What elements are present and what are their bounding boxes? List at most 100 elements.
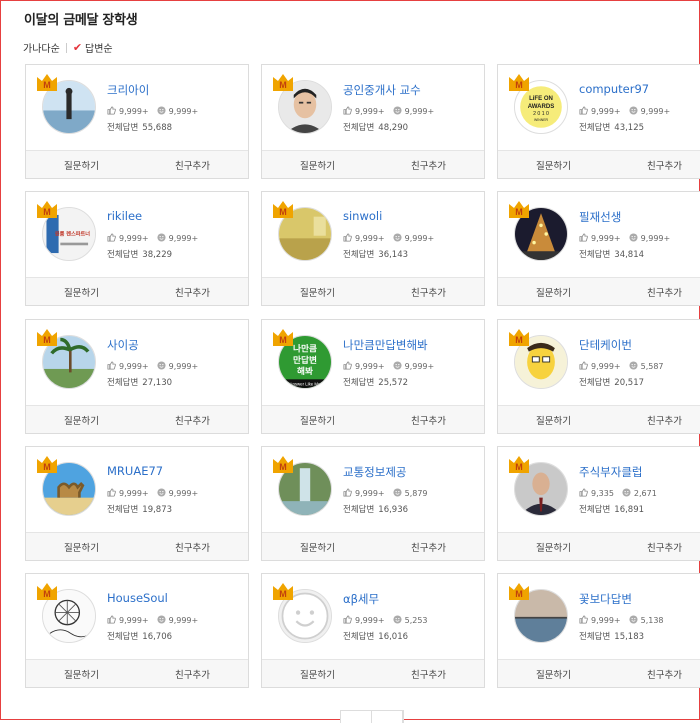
svg-text:M: M <box>43 335 51 345</box>
thumbs-up-icon <box>343 488 355 499</box>
smile-count: 5,138 <box>640 616 664 625</box>
svg-text:AWARDS: AWARDS <box>528 104 555 110</box>
add-friend-button[interactable]: 친구추가 <box>373 533 484 560</box>
total-answers-label: 전체답변 <box>343 632 375 642</box>
add-friend-button[interactable]: 친구추가 <box>609 151 700 178</box>
like-count: 9,999+ <box>591 107 621 116</box>
student-card: Mαβ세무 9,999+ 5,253 전체답변 16,016 질문하기 친구추가 <box>261 573 485 688</box>
smile-count: 5,879 <box>404 489 428 498</box>
user-name-link[interactable]: 주식부자클럽 <box>579 464 642 480</box>
user-name-link[interactable]: 나만큼만답변해봐 <box>343 337 428 353</box>
add-friend-button[interactable]: 친구추가 <box>373 660 484 687</box>
ask-question-button[interactable]: 질문하기 <box>26 533 137 560</box>
svg-text:원룸 렌스파트너: 원룸 렌스파트너 <box>55 230 90 238</box>
like-count: 9,999+ <box>119 616 149 625</box>
add-friend-button[interactable]: 친구추가 <box>609 406 700 433</box>
ask-question-button[interactable]: 질문하기 <box>498 406 609 433</box>
add-friend-button[interactable]: 친구추가 <box>137 533 248 560</box>
smile-count: 9,999+ <box>168 362 199 371</box>
medal-badge-icon: M <box>270 198 296 220</box>
ask-question-button[interactable]: 질문하기 <box>262 533 373 560</box>
user-name-link[interactable]: αβ세무 <box>343 591 379 607</box>
like-count: 9,999+ <box>355 234 385 243</box>
svg-text:LiFE ON: LiFE ON <box>529 96 553 102</box>
add-friend-button[interactable]: 친구추가 <box>373 151 484 178</box>
medal-badge-icon: M <box>34 326 60 348</box>
svg-text:M: M <box>43 80 51 90</box>
ask-question-button[interactable]: 질문하기 <box>26 278 137 305</box>
card-actions: 질문하기 친구추가 <box>498 150 700 178</box>
smile-icon <box>393 233 405 244</box>
student-card: M 크리아이 9,999+ 9,999+ 전체답변 55,688 질문하기 친구추가 <box>25 64 249 179</box>
user-name-link[interactable]: HouseSoul <box>107 591 168 605</box>
add-friend-button[interactable]: 친구추가 <box>373 278 484 305</box>
user-name-link[interactable]: 교통정보제공 <box>343 464 406 480</box>
ask-question-button[interactable]: 질문하기 <box>26 660 137 687</box>
smile-icon <box>629 106 641 117</box>
like-count: 9,999+ <box>119 489 149 498</box>
user-name-link[interactable]: MRUAE77 <box>107 464 163 478</box>
smile-icon <box>629 361 641 372</box>
smile-icon <box>393 615 405 626</box>
ask-question-button[interactable]: 질문하기 <box>262 406 373 433</box>
card-actions: 질문하기 친구추가 <box>498 277 700 305</box>
stats: 9,999+ 9,999+ <box>343 361 442 372</box>
add-friend-button[interactable]: 친구추가 <box>137 406 248 433</box>
card-actions: 질문하기 친구추가 <box>26 659 248 687</box>
ask-question-button[interactable]: 질문하기 <box>498 660 609 687</box>
total-answers-label: 전체답변 <box>343 250 375 260</box>
medal-badge-icon: M <box>34 198 60 220</box>
total-answers-label: 전체답변 <box>343 123 375 133</box>
pagination-next[interactable] <box>372 711 403 723</box>
user-name-link[interactable]: 꽃보다답변 <box>579 591 632 607</box>
user-name-link[interactable]: 크리아이 <box>107 82 149 98</box>
svg-text:해봐: 해봐 <box>297 365 313 377</box>
total-answers-label: 전체답변 <box>343 505 375 515</box>
sort-alphabetical-link[interactable]: 가나다순 <box>23 40 60 55</box>
user-name-link[interactable]: 단테케이번 <box>579 337 632 353</box>
smile-count: 9,999+ <box>168 107 199 116</box>
total-answers-value: 38,229 <box>142 250 173 260</box>
ask-question-button[interactable]: 질문하기 <box>498 278 609 305</box>
add-friend-button[interactable]: 친구추가 <box>137 278 248 305</box>
svg-text:M: M <box>515 207 523 217</box>
sort-options: 가나다순 ✔ 답변순 <box>23 40 113 55</box>
ask-question-button[interactable]: 질문하기 <box>26 151 137 178</box>
smile-icon <box>629 233 641 244</box>
user-name-link[interactable]: 사이공 <box>107 337 139 353</box>
total-answers: 전체답변 16,936 <box>343 503 408 515</box>
thumbs-up-icon <box>579 106 591 117</box>
thumbs-up-icon <box>107 361 119 372</box>
add-friend-button[interactable]: 친구추가 <box>609 278 700 305</box>
add-friend-button[interactable]: 친구추가 <box>137 660 248 687</box>
add-friend-button[interactable]: 친구추가 <box>373 406 484 433</box>
ask-question-button[interactable]: 질문하기 <box>26 406 137 433</box>
ask-question-button[interactable]: 질문하기 <box>498 151 609 178</box>
ask-question-button[interactable]: 질문하기 <box>262 660 373 687</box>
add-friend-button[interactable]: 친구추가 <box>137 151 248 178</box>
user-name-link[interactable]: sinwoli <box>343 209 382 223</box>
medal-badge-icon: M <box>270 326 296 348</box>
ask-question-button[interactable]: 질문하기 <box>262 151 373 178</box>
sort-answers-link[interactable]: 답변순 <box>85 40 113 55</box>
user-name-link[interactable]: 공인중개사 교수 <box>343 82 421 98</box>
pagination-prev[interactable] <box>341 711 372 723</box>
ask-question-button[interactable]: 질문하기 <box>498 533 609 560</box>
add-friend-button[interactable]: 친구추가 <box>609 660 700 687</box>
add-friend-button[interactable]: 친구추가 <box>609 533 700 560</box>
student-card: M 단테케이번 9,999+ 5,587 전체답변 20,517 질문하기 친구추가 <box>497 319 700 434</box>
svg-text:M: M <box>43 462 51 472</box>
user-name-link[interactable]: computer97 <box>579 82 649 96</box>
like-count: 9,999+ <box>355 362 385 371</box>
thumbs-up-icon <box>343 106 355 117</box>
stats: 9,999+ 9,999+ <box>107 361 206 372</box>
smile-count: 9,999+ <box>404 107 435 116</box>
smile-icon <box>629 615 641 626</box>
sort-divider <box>65 42 67 53</box>
user-name-link[interactable]: 필재선생 <box>579 209 621 225</box>
ask-question-button[interactable]: 질문하기 <box>262 278 373 305</box>
total-answers: 전체답변 15,183 <box>579 630 644 642</box>
smile-count: 9,999+ <box>640 234 671 243</box>
student-card: 원룸 렌스파트너 Mrikilee 9,999+ 9,999+ 전체답변 38,229 질문… <box>25 191 249 306</box>
user-name-link[interactable]: rikilee <box>107 209 142 223</box>
